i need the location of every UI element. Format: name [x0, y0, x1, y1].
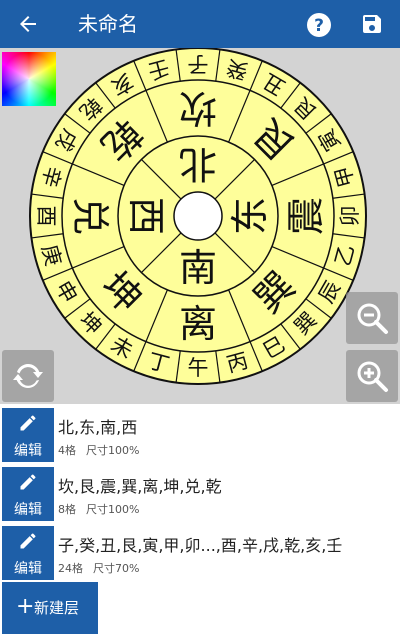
ring3-label: 酉 [34, 206, 58, 227]
layer-meta: 24格 尺寸70% [58, 560, 149, 576]
rotate-button[interactable] [2, 350, 54, 402]
layer-meta: 4格 尺寸100% [58, 442, 149, 458]
app-bar: 未命名 ? [0, 0, 400, 48]
zoom-out-icon [357, 303, 388, 334]
layer-names: 北,东,南,西 [58, 418, 138, 437]
edit-layer-button[interactable]: 编辑 [2, 408, 54, 462]
compass-disc: 北东南西坎艮震巽离坤兑乾子癸丑艮寅甲卯乙辰巽巳丙午丁未坤申庚酉辛戌乾亥壬 [29, 48, 367, 385]
pencil-icon [20, 474, 36, 490]
layer-size: 尺寸100% [86, 503, 140, 516]
help-icon[interactable]: ? [306, 12, 332, 38]
layer-row-1[interactable]: 编辑 北,东,南,西 4格 尺寸100% [0, 406, 400, 462]
layer-count: 4格 [58, 444, 76, 457]
new-layer-button[interactable]: + 新建层 [2, 582, 98, 634]
edit-label: 编辑 [14, 561, 42, 577]
layer-count: 24格 [58, 562, 83, 575]
compass-center [173, 191, 223, 241]
page-title: 未命名 [78, 12, 138, 36]
layer-size: 尺寸100% [86, 444, 140, 457]
layer-names: 坎,艮,震,巽,离,坤,兑,乾 [58, 477, 222, 496]
ring3-label: 午 [188, 356, 209, 380]
ring3-label: 子 [188, 52, 209, 76]
layer-meta: 8格 尺寸100% [58, 501, 149, 517]
ring2-label: 坎 [179, 86, 217, 130]
ring1-label: 南 [179, 246, 217, 290]
pencil-icon [20, 533, 36, 549]
color-picker[interactable] [2, 52, 56, 106]
ring1-label: 北 [179, 142, 217, 186]
edit-label: 编辑 [14, 443, 42, 459]
zoom-out-button[interactable] [346, 292, 398, 344]
zoom-in-button[interactable] [346, 350, 398, 402]
ring2-label: 离 [179, 302, 217, 346]
plus-icon: + [16, 594, 35, 619]
edit-label: 编辑 [14, 502, 42, 518]
layer-size: 尺寸70% [93, 562, 140, 575]
edit-layer-button[interactable]: 编辑 [2, 467, 54, 521]
layer-row-2[interactable]: 编辑 坎,艮,震,巽,离,坤,兑,乾 8格 尺寸100% [0, 465, 400, 521]
layer-names: 子,癸,丑,艮,寅,甲,卯...,酉,辛,戌,乾,亥,壬 [58, 536, 343, 555]
layer-row-3[interactable]: 编辑 子,癸,丑,艮,寅,甲,卯...,酉,辛,戌,乾,亥,壬 24格 尺寸70% [0, 524, 400, 580]
ring1-label: 西 [124, 197, 168, 235]
pencil-icon [20, 415, 36, 431]
compass-canvas[interactable]: 北东南西坎艮震巽离坤兑乾子癸丑艮寅甲卯乙辰巽巳丙午丁未坤申庚酉辛戌乾亥壬 [0, 48, 400, 404]
svg-text:?: ? [314, 16, 324, 36]
edit-layer-button[interactable]: 编辑 [2, 526, 54, 580]
layer-count: 8格 [58, 503, 76, 516]
ring1-label: 东 [228, 197, 272, 235]
zoom-in-icon [357, 361, 388, 392]
ring2-label: 震 [284, 197, 328, 235]
ring2-label: 兑 [68, 197, 112, 235]
rotate-icon [13, 364, 43, 388]
save-icon[interactable] [360, 12, 384, 36]
new-layer-label: 新建层 [34, 599, 80, 617]
ring3-label: 卯 [338, 206, 362, 227]
back-arrow-icon[interactable] [16, 12, 40, 36]
